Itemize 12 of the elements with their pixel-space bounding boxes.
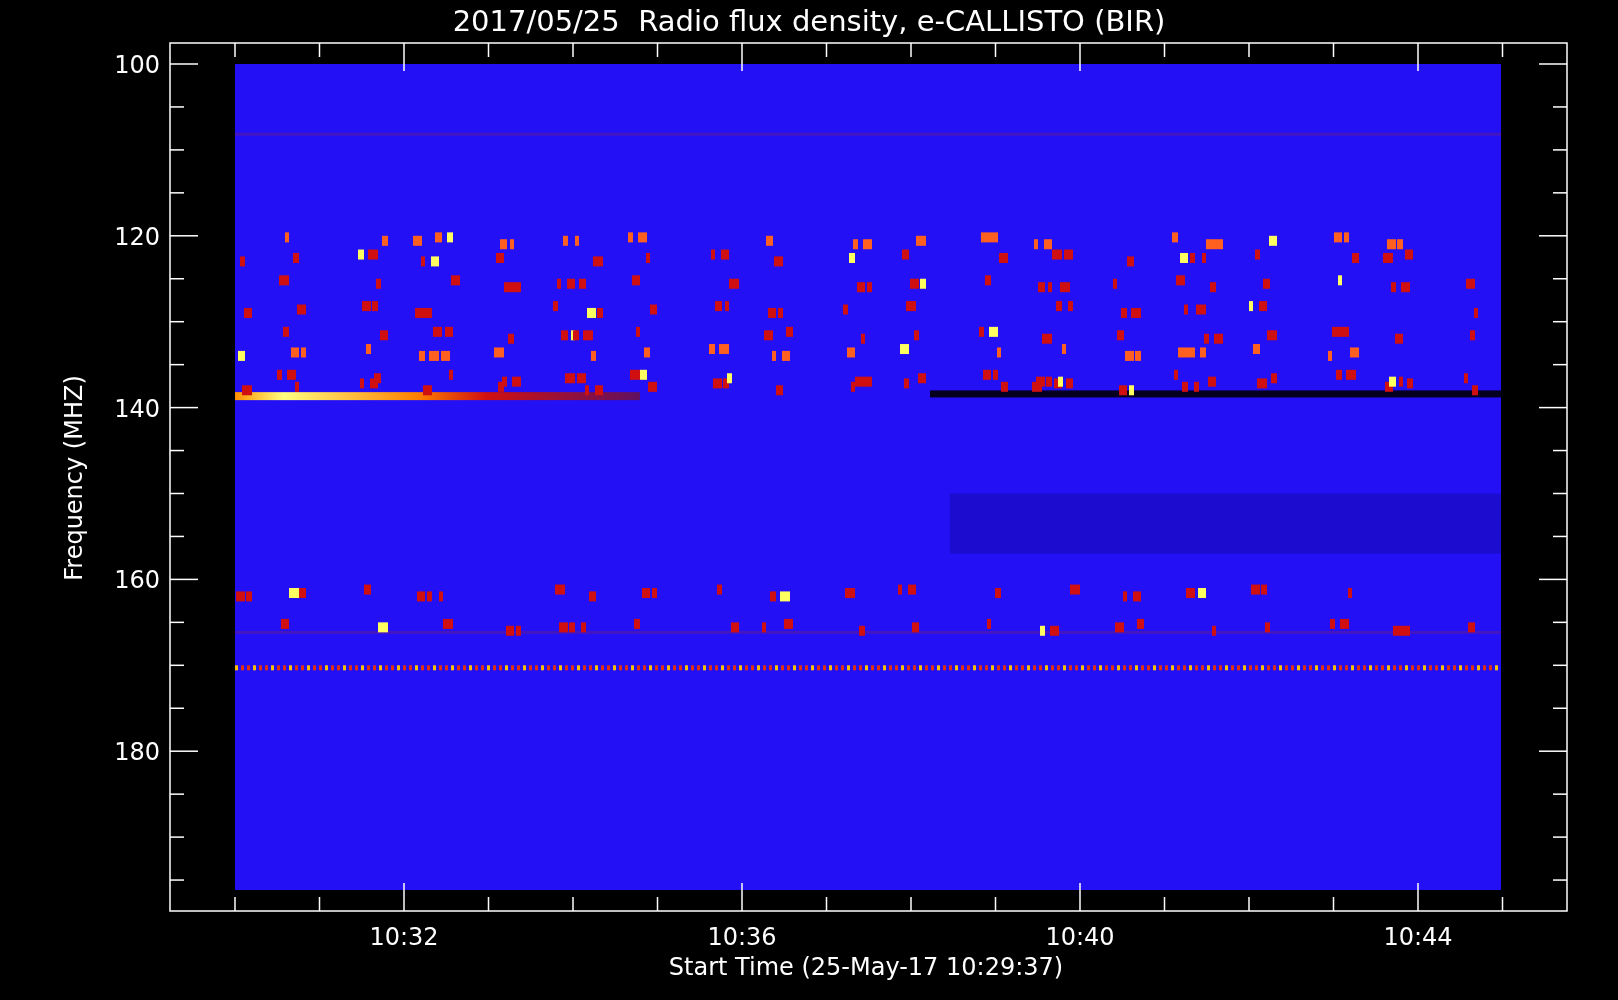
x-tick-label: 10:36 bbox=[707, 923, 777, 951]
x-tick-label: 10:40 bbox=[1045, 923, 1115, 951]
y-axis-label: Frequency (MHZ) bbox=[60, 375, 88, 581]
x-axis-label: Start Time (25-May-17 10:29:37) bbox=[668, 953, 1064, 981]
y-tick-label: 140 bbox=[114, 394, 160, 423]
y-tick-label: 160 bbox=[114, 566, 160, 595]
y-tick-label: 180 bbox=[114, 738, 160, 767]
chart-title: 2017/05/25 Radio flux density, e-CALLISTO (BIR) bbox=[452, 4, 1166, 38]
y-tick-label: 120 bbox=[114, 222, 160, 251]
y-tick-label: 100 bbox=[114, 51, 160, 79]
x-tick-label: 10:32 bbox=[369, 923, 439, 951]
x-tick-label: 10:44 bbox=[1383, 923, 1453, 951]
